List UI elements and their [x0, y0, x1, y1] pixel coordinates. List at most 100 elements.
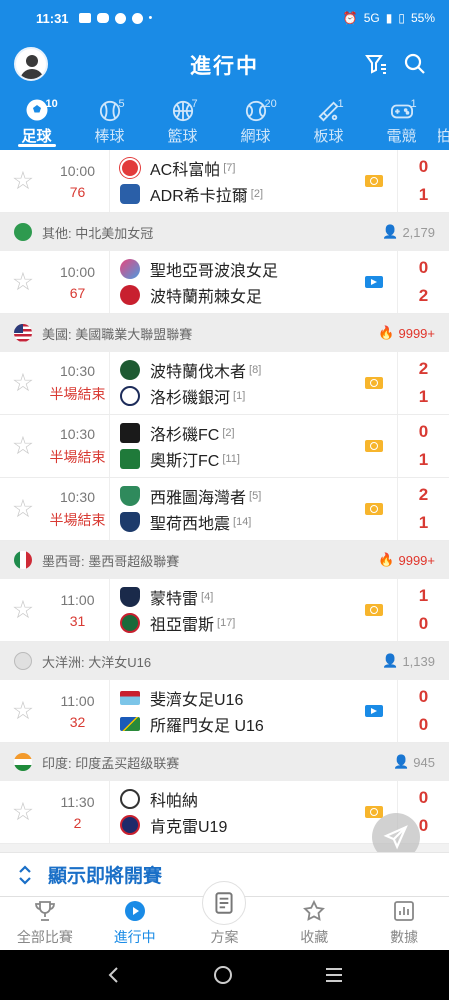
search-button[interactable] — [402, 51, 428, 77]
favorite-star-icon[interactable]: ☆ — [0, 267, 46, 297]
favorite-star-icon[interactable]: ☆ — [0, 431, 46, 461]
match-row[interactable]: ☆ 10:30 半場結束 洛杉磯FC [2] 奧斯汀FC [11] 0 1 — [0, 415, 449, 478]
match-row[interactable]: ☆ 10:30 半場結束 西雅圖海灣者 [5] 聖荷西地震 [14] 2 1 — [0, 478, 449, 541]
team-name: 祖亞雷斯 — [150, 617, 215, 634]
team-name: 波特蘭荊棘女足 — [150, 289, 263, 306]
match-list[interactable]: ☆ 10:00 76 AC科富帕 [7] ADR希卡拉爾 [2] 0 1 其他:… — [0, 150, 449, 852]
match-row[interactable]: ☆ 10:00 67 聖地亞哥波浪女足 波特蘭荊棘女足 0 2 — [0, 251, 449, 314]
match-time: 10:00 — [59, 263, 96, 280]
live-video-icon[interactable] — [365, 276, 383, 288]
team-name: AC科富帕 — [150, 162, 221, 179]
tab-racket[interactable]: 拍 — [438, 94, 449, 150]
match-minute: 半場結束 — [49, 511, 106, 528]
league-header[interactable]: 墨西哥: 墨西哥超級聯賽 🔥 9999+ — [0, 541, 449, 579]
nav-live[interactable]: 進行中 — [90, 897, 180, 950]
favorite-star-icon[interactable]: ☆ — [0, 797, 46, 827]
odds-icon[interactable] — [365, 377, 383, 389]
live-video-icon[interactable] — [365, 705, 383, 717]
team-rank: [4] — [201, 591, 214, 603]
league-name: 其他: 中北美加女冠 — [42, 225, 154, 241]
team-name: ADR希卡拉爾 — [150, 188, 248, 205]
tab-esports[interactable]: 1 電競 — [365, 94, 438, 150]
away-team: 奧斯汀FC [11] — [120, 449, 365, 470]
away-score: 0 — [418, 816, 429, 835]
league-header[interactable]: 印度: 印度孟买超级联赛 👤 945 — [0, 743, 449, 781]
match-time: 11:30 — [60, 793, 95, 810]
odds-icon[interactable] — [365, 806, 383, 818]
tab-cricket[interactable]: 1 板球 — [292, 94, 365, 150]
more-dot-icon: • — [148, 12, 153, 24]
team-name: 奧斯汀FC — [150, 453, 220, 470]
home-team: 波特蘭伐木者 [8] — [120, 360, 365, 381]
facebook-icon — [131, 12, 143, 24]
globe-icon — [14, 223, 32, 241]
team-name: 聖地亞哥波浪女足 — [150, 263, 279, 280]
odds-icon[interactable] — [365, 604, 383, 616]
team-logo-icon — [120, 587, 140, 607]
home-icon[interactable] — [212, 964, 234, 986]
match-time: 10:30 — [59, 425, 96, 442]
league-header[interactable]: 其他: 中北美加女冠 👤 2,179 — [0, 213, 449, 251]
filter-icon — [365, 55, 386, 74]
home-score: 0 — [418, 687, 429, 706]
league-header[interactable]: 大洋洲: 大洋女U16 👤 1,139 — [0, 642, 449, 680]
nav-label: 收藏 — [300, 929, 329, 945]
tab-count: 1 — [337, 98, 344, 110]
tab-label: 電競 — [386, 128, 417, 145]
odds-icon[interactable] — [365, 440, 383, 452]
home-team: 聖地亞哥波浪女足 — [120, 259, 365, 280]
status-right: ⏰ 5G ▮ ▯ 55% — [343, 11, 435, 25]
nav-all-matches[interactable]: 全部比賽 — [0, 897, 90, 950]
match-time: 11:00 — [60, 591, 95, 608]
favorite-star-icon[interactable]: ☆ — [0, 166, 46, 196]
battery-level: 55% — [410, 11, 435, 25]
away-score: 0 — [418, 715, 429, 734]
home-team: 斐濟女足U16 — [120, 688, 365, 709]
favorite-star-icon[interactable]: ☆ — [0, 696, 46, 726]
fire-icon: 🔥 — [378, 325, 395, 340]
tab-label: 足球 — [21, 128, 52, 145]
tab-basketball[interactable]: 7 籃球 — [146, 94, 219, 150]
tab-tennis[interactable]: 20 網球 — [219, 94, 292, 150]
favorite-star-icon[interactable]: ☆ — [0, 368, 46, 398]
tab-soccer[interactable]: 10 足球 — [0, 94, 73, 150]
favorite-star-icon[interactable]: ☆ — [0, 494, 46, 524]
team-logo-icon — [120, 613, 140, 633]
user-count-icon: 👤 — [382, 224, 399, 239]
home-score: 0 — [418, 788, 429, 807]
match-time: 10:30 — [59, 362, 96, 379]
odds-icon[interactable] — [365, 175, 383, 187]
tab-count: 5 — [118, 98, 125, 110]
favorite-star-icon[interactable]: ☆ — [0, 595, 46, 625]
avatar[interactable] — [14, 47, 48, 81]
tab-baseball[interactable]: 5 棒球 — [73, 94, 146, 150]
team-logo-icon — [120, 259, 140, 279]
nav-data[interactable]: 數據 — [359, 897, 449, 950]
match-row[interactable]: ☆ 10:30 半場結束 波特蘭伐木者 [8] 洛杉磯銀河 [1] 2 1 — [0, 352, 449, 415]
team-name: 聖荷西地震 — [150, 516, 231, 533]
away-score: 1 — [418, 513, 429, 532]
away-team: 祖亞雷斯 [17] — [120, 613, 365, 634]
league-header[interactable]: 美國: 美國職業大聯盟聯賽 🔥 9999+ — [0, 314, 449, 352]
match-row[interactable]: ☆ 11:00 32 斐濟女足U16 所羅門女足 U16 0 0 — [0, 680, 449, 743]
team-logo-icon — [120, 285, 140, 305]
youtube-icon — [78, 13, 91, 23]
sports-tabs: 10 足球 5 棒球 7 籃球 20 網球 1 板球 1 電競 拍 — [0, 94, 449, 150]
odds-icon[interactable] — [365, 503, 383, 515]
recents-icon[interactable] — [323, 965, 345, 985]
back-icon[interactable] — [104, 965, 124, 985]
team-logo-icon — [120, 449, 140, 469]
match-row[interactable]: ☆ 11:00 31 蒙特雷 [4] 祖亞雷斯 [17] 1 0 — [0, 579, 449, 642]
league-views: 2,179 — [402, 224, 435, 240]
nav-label: 數據 — [390, 929, 419, 945]
nav-plans[interactable]: 方案 — [180, 881, 270, 950]
filter-button[interactable] — [363, 51, 389, 77]
match-row[interactable]: ☆ 10:00 76 AC科富帕 [7] ADR希卡拉爾 [2] 0 1 — [0, 150, 449, 213]
baseball-icon — [99, 100, 120, 122]
team-logo-icon — [120, 158, 140, 178]
away-score: 1 — [418, 450, 429, 469]
nav-favorites[interactable]: 收藏 — [269, 897, 359, 950]
battery-icon: ▯ — [398, 11, 405, 25]
home-team: 西雅圖海灣者 [5] — [120, 486, 365, 507]
user-count-icon: 👤 — [382, 653, 399, 668]
